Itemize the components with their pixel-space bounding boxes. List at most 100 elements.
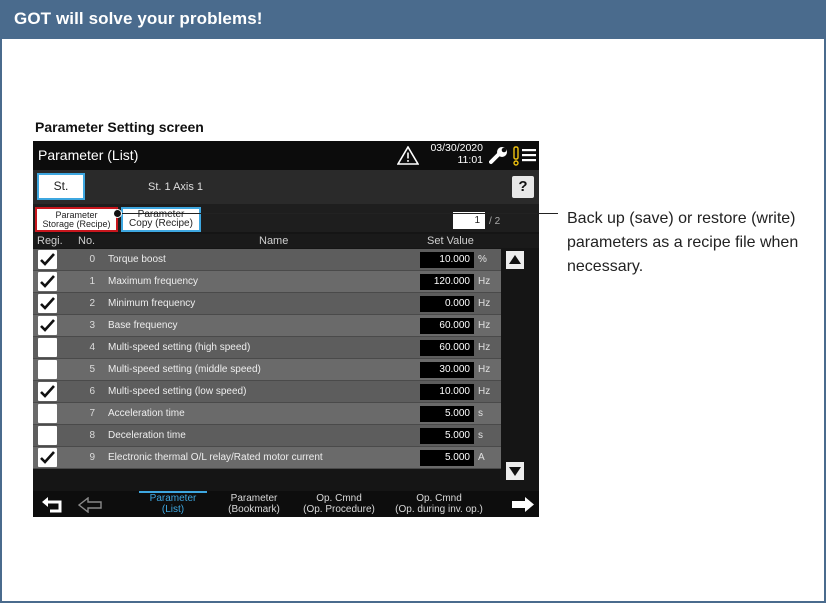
param-name: Multi-speed setting (middle speed) [108,364,261,375]
table-row[interactable]: 7 Acceleration time 5.000 s [33,403,501,425]
param-value[interactable]: 5.000 [420,450,474,466]
arrow-left-icon[interactable] [78,497,102,513]
return-icon[interactable] [41,496,65,514]
table-row[interactable]: 0 Torque boost 10.000 % [33,249,501,271]
menu-icon[interactable] [522,148,536,162]
page-total-value: 2 [494,216,501,227]
help-button[interactable]: ? [512,176,534,198]
param-name: Base frequency [108,320,178,331]
table-row[interactable]: 8 Deceleration time 5.000 s [33,425,501,447]
checkmark-icon [40,253,55,266]
param-name: Electronic thermal O/L relay/Rated motor… [108,452,323,463]
tab-line: Op. Cmnd [416,493,462,504]
tab-parameter-list[interactable]: Parameter (List) [143,493,203,515]
param-name: Multi-speed setting (high speed) [108,342,251,353]
page-total: / 2 [489,216,501,227]
param-value[interactable]: 10.000 [420,384,474,400]
checkmark-icon [40,275,55,288]
param-unit: s [478,430,483,441]
tab-line: (List) [161,504,185,515]
checkmark-icon [40,451,55,464]
register-checkbox[interactable] [38,294,57,313]
arrow-right-icon[interactable] [511,496,535,513]
tab-op-during-inv[interactable]: Op. Cmnd (Op. during inv. op.) [387,493,491,515]
param-value[interactable]: 10.000 [420,252,474,268]
checkmark-icon [40,319,55,332]
register-checkbox[interactable] [38,316,57,335]
col-no: No. [78,235,96,247]
header-title: GOT will solve your problems! [14,9,263,28]
scroll-down-button[interactable] [506,462,524,480]
param-value[interactable]: 30.000 [420,362,474,378]
param-no: 9 [89,452,95,463]
table-row[interactable]: 2 Minimum frequency 0.000 Hz [33,293,501,315]
callout-dot [113,209,122,218]
scroll-up-button[interactable] [506,251,524,269]
got-screen: Parameter (List) 03/30/2020 11:01 St. St… [33,141,539,517]
param-value[interactable]: 0.000 [420,296,474,312]
station-axis-label: St. 1 Axis 1 [148,181,204,193]
register-checkbox[interactable] [38,250,57,269]
param-unit: A [478,452,485,463]
register-checkbox[interactable] [38,338,57,357]
param-value[interactable]: 60.000 [420,340,474,356]
tab-line: Parameter [149,493,197,504]
param-value[interactable]: 120.000 [420,274,474,290]
arrow-up-icon [509,255,521,264]
col-name: Name [259,235,289,247]
wrench-icon[interactable] [489,146,509,165]
table-row[interactable]: 9 Electronic thermal O/L relay/Rated mot… [33,447,501,469]
table-row[interactable]: 4 Multi-speed setting (high speed) 60.00… [33,337,501,359]
screen-caption: Parameter Setting screen [35,119,204,135]
param-unit: Hz [478,320,491,331]
checkmark-icon [40,297,55,310]
callout-line [117,213,558,214]
register-checkbox[interactable] [38,382,57,401]
param-unit: Hz [478,298,491,309]
register-checkbox[interactable] [38,360,57,379]
screen-title: Parameter (List) [38,147,139,163]
datetime: 03/30/2020 11:01 [423,142,483,166]
param-unit: Hz [478,342,491,353]
tab-line: Parameter [230,493,278,504]
register-checkbox[interactable] [38,404,57,423]
callout-text: Back up (save) or restore (write) parame… [567,210,799,275]
tab-line: (Op. Procedure) [303,504,375,515]
register-checkbox[interactable] [38,272,57,291]
checkmark-icon [40,385,55,398]
table-row[interactable]: 5 Multi-speed setting (middle speed) 30.… [33,359,501,381]
register-checkbox[interactable] [38,426,57,445]
param-unit: % [478,254,487,265]
parameter-copy-recipe-button[interactable]: Parameter Copy (Recipe) [121,207,201,232]
table-row[interactable]: 3 Base frequency 60.000 Hz [33,315,501,337]
warning-icon[interactable] [397,146,419,165]
tab-parameter-bookmark[interactable]: Parameter (Bookmark) [221,493,287,515]
param-unit: Hz [478,386,491,397]
param-no: 5 [89,364,95,375]
table-row[interactable]: 6 Multi-speed setting (low speed) 10.000… [33,381,501,403]
param-value[interactable]: 5.000 [420,428,474,444]
param-name: Acceleration time [108,408,185,419]
station-bar: St. St. 1 Axis 1 ? [33,170,539,204]
alarm-icon[interactable] [512,146,520,166]
page-header: GOT will solve your problems! [0,0,826,39]
parameter-list: 0 Torque boost 10.000 % 1 Maximum freque… [33,249,501,469]
param-name: Maximum frequency [108,276,199,287]
button-line: Copy (Recipe) [129,218,193,229]
time: 11:01 [457,154,484,166]
param-value[interactable]: 5.000 [420,406,474,422]
table-row[interactable]: 1 Maximum frequency 120.000 Hz [33,271,501,293]
param-no: 1 [89,276,95,287]
station-button[interactable]: St. [37,173,85,200]
tab-op-procedure[interactable]: Op. Cmnd (Op. Procedure) [297,493,381,515]
button-line: Storage (Recipe) [42,219,111,229]
param-value[interactable]: 60.000 [420,318,474,334]
page-number-input[interactable]: 1 [453,212,485,229]
arrow-down-icon [509,467,521,476]
register-checkbox[interactable] [38,448,57,467]
param-no: 2 [89,298,95,309]
param-name: Torque boost [108,254,166,265]
param-no: 7 [89,408,95,419]
parameter-storage-recipe-button[interactable]: Parameter Storage (Recipe) [35,207,118,232]
tab-line: (Bookmark) [228,504,280,515]
